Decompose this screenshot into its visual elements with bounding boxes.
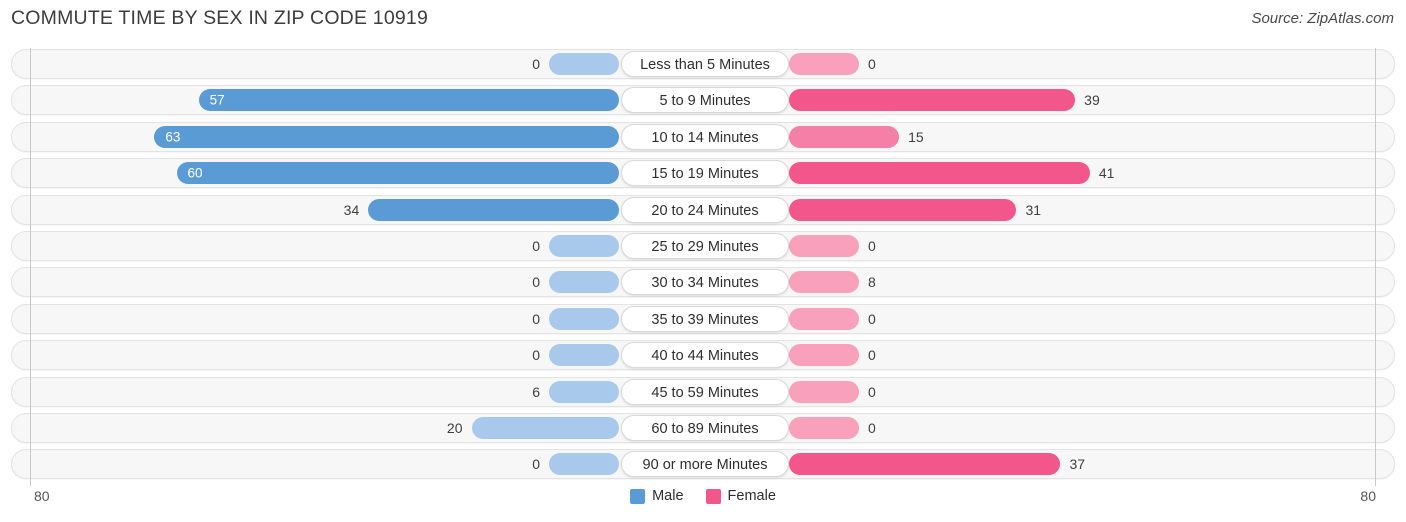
- bar-value-female: 0: [868, 238, 876, 254]
- category-label: 40 to 44 Minutes: [621, 342, 789, 369]
- bar-male[interactable]: 57: [198, 89, 619, 112]
- table-row[interactable]: 0 0 25 to 29 Minutes: [11, 231, 1395, 261]
- bar-value-male: 0: [532, 347, 540, 364]
- chart-legend: Male Female: [0, 488, 1406, 504]
- bar-value-male: 20: [446, 420, 463, 436]
- source-attribution: Source: ZipAtlas.com: [1251, 10, 1394, 27]
- bar-male[interactable]: [549, 344, 619, 367]
- bar-female[interactable]: [789, 307, 859, 330]
- bar-value-female: 0: [868, 56, 876, 72]
- legend-swatch-male: [630, 488, 646, 504]
- category-label: Less than 5 Minutes: [621, 51, 789, 77]
- category-label: 10 to 14 Minutes: [621, 123, 789, 150]
- category-label: 90 or more Minutes: [621, 451, 789, 478]
- table-row[interactable]: 6 0 45 to 59 Minutes: [11, 376, 1395, 407]
- table-row[interactable]: 0 8 30 to 34 Minutes: [11, 267, 1395, 298]
- table-row[interactable]: 0 0 40 to 44 Minutes: [11, 340, 1395, 371]
- table-row[interactable]: 0 37 90 or more Minutes: [11, 449, 1395, 480]
- table-row[interactable]: 0 0 Less than 5 Minutes: [11, 49, 1395, 79]
- bar-value-female: 0: [868, 310, 876, 327]
- category-label: 20 to 24 Minutes: [621, 196, 789, 223]
- bar-female[interactable]: [789, 198, 1017, 221]
- page-title: COMMUTE TIME BY SEX IN ZIP CODE 10919: [11, 7, 429, 29]
- bar-value-female: 8: [868, 274, 876, 291]
- category-label: 25 to 29 Minutes: [621, 233, 789, 259]
- category-label: 45 to 59 Minutes: [621, 378, 789, 405]
- bar-value-female: 0: [868, 420, 876, 436]
- bar-male[interactable]: 60: [176, 162, 619, 185]
- bar-male[interactable]: 63: [154, 125, 619, 148]
- bar-value-male: 57: [209, 92, 225, 108]
- table-row[interactable]: 57 39 5 to 9 Minutes: [11, 85, 1395, 116]
- bar-male[interactable]: [549, 380, 619, 403]
- bar-value-male: 34: [343, 201, 360, 218]
- bar-value-female: 0: [868, 347, 876, 364]
- bar-female[interactable]: [789, 125, 900, 148]
- bar-male[interactable]: [368, 198, 619, 221]
- bar-female[interactable]: [789, 380, 859, 403]
- bar-value-male: 0: [532, 274, 540, 291]
- category-label: 15 to 19 Minutes: [621, 160, 789, 187]
- bar-male[interactable]: [549, 271, 619, 294]
- bar-male[interactable]: [549, 307, 619, 330]
- bar-value-female: 41: [1098, 165, 1115, 182]
- legend-item-female[interactable]: Female: [705, 488, 776, 504]
- bar-value-male: 0: [532, 238, 540, 254]
- bar-value-female: 15: [908, 128, 924, 145]
- category-label: 5 to 9 Minutes: [621, 87, 789, 114]
- bar-value-female: 39: [1084, 92, 1100, 109]
- legend-swatch-female: [705, 488, 721, 504]
- category-label: 35 to 39 Minutes: [621, 305, 789, 332]
- bar-female[interactable]: [789, 271, 859, 294]
- bar-male[interactable]: [471, 417, 619, 439]
- category-label: 30 to 34 Minutes: [621, 269, 789, 296]
- bar-female[interactable]: [789, 162, 1090, 185]
- bar-value-female: 37: [1069, 456, 1086, 473]
- bar-female[interactable]: [789, 417, 859, 439]
- bar-value-female: 0: [868, 383, 876, 400]
- table-row[interactable]: 60 41 15 to 19 Minutes: [11, 158, 1395, 189]
- category-label: 60 to 89 Minutes: [621, 415, 789, 441]
- legend-item-male[interactable]: Male: [630, 488, 684, 504]
- bar-value-male: 6: [532, 383, 540, 400]
- bar-female[interactable]: [789, 89, 1076, 112]
- bar-male[interactable]: [549, 453, 619, 476]
- bar-female[interactable]: [789, 235, 859, 257]
- bar-value-male: 0: [532, 456, 540, 473]
- bar-male[interactable]: [549, 53, 619, 75]
- chart-footer: 80 80 Male Female: [0, 486, 1406, 522]
- bar-female[interactable]: [789, 53, 859, 75]
- table-row[interactable]: 63 15 10 to 14 Minutes: [11, 121, 1395, 152]
- bar-female[interactable]: [789, 344, 859, 367]
- bar-value-male: 63: [165, 129, 181, 145]
- bar-value-male: 0: [532, 310, 540, 327]
- chart-plot-area: 0 0 Less than 5 Minutes 57 39 5 to 9 Minutes 6…: [0, 48, 1406, 486]
- bar-male[interactable]: [549, 235, 619, 257]
- table-row[interactable]: 20 0 60 to 89 Minutes: [11, 413, 1395, 443]
- bar-value-female: 31: [1025, 201, 1042, 218]
- chart-header: COMMUTE TIME BY SEX IN ZIP CODE 10919 So…: [0, 0, 1406, 42]
- legend-label-female: Female: [727, 488, 776, 504]
- bar-value-male: 0: [532, 56, 540, 72]
- table-row[interactable]: 0 0 35 to 39 Minutes: [11, 303, 1395, 334]
- legend-label-male: Male: [652, 488, 684, 504]
- table-row[interactable]: 34 31 20 to 24 Minutes: [11, 194, 1395, 225]
- bar-female[interactable]: [789, 453, 1061, 476]
- bar-value-male: 60: [187, 165, 203, 181]
